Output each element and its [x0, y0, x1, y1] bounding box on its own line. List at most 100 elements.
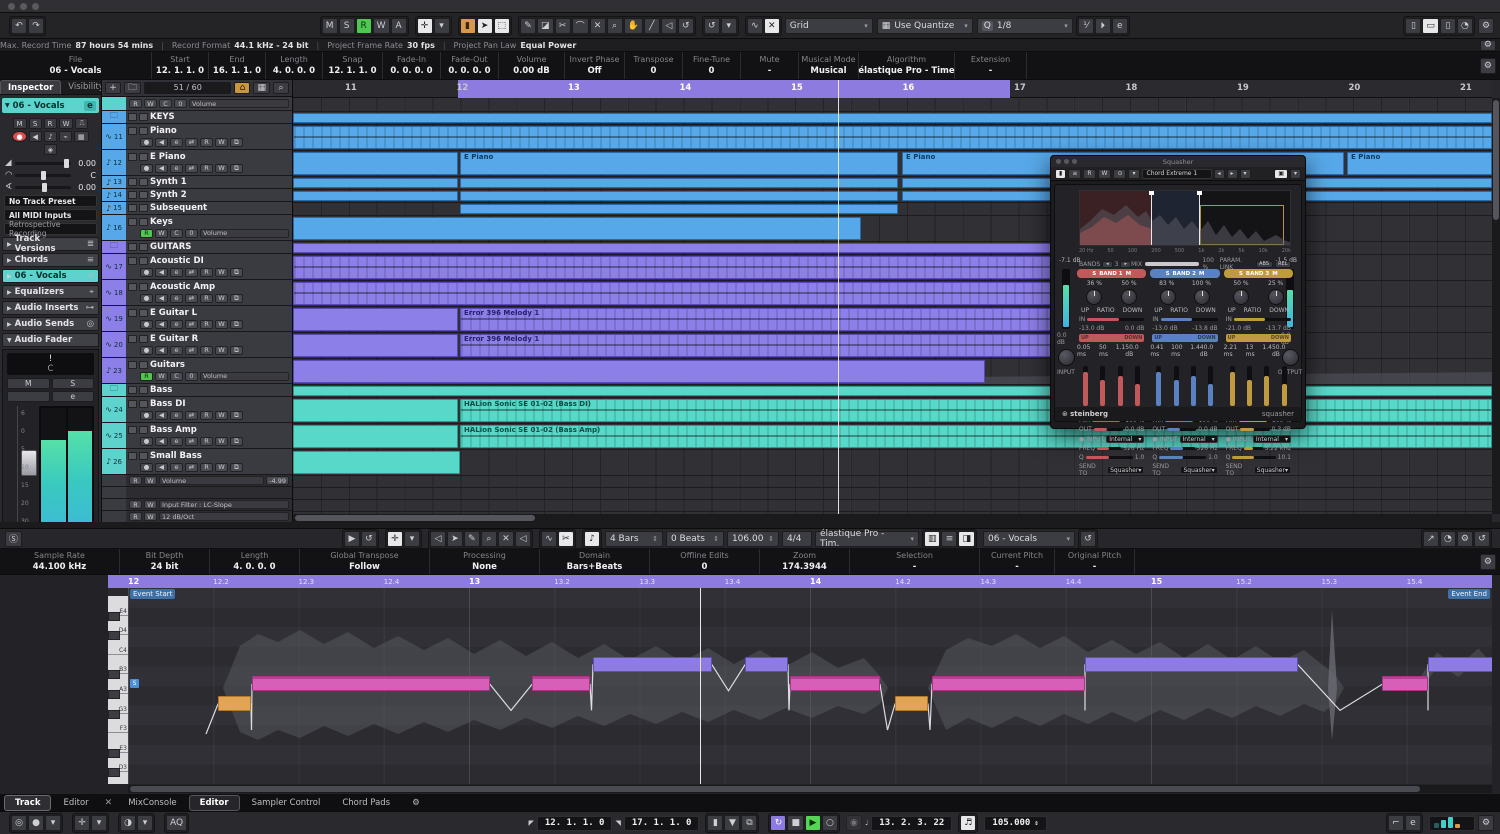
midi-in-activity-icon[interactable]: ⌐ — [1387, 815, 1404, 831]
lane-read-button[interactable]: R — [129, 99, 142, 108]
editor-beats-stepper[interactable]: 0 Beats ⇕ — [665, 530, 724, 547]
track-mute-button[interactable] — [128, 360, 137, 369]
edit-channel-icon[interactable]: e — [84, 100, 96, 111]
timeline-lane-synth-1[interactable] — [293, 177, 1492, 190]
track-row-lane[interactable]: R W C 0 Volume — [102, 97, 292, 111]
track-solo-button[interactable] — [139, 204, 148, 212]
track-write-button[interactable]: W — [155, 371, 168, 381]
band-slider[interactable] — [1100, 366, 1106, 406]
track-mute-button[interactable] — [128, 243, 137, 251]
editor-show-lanes-icon[interactable]: ≡ — [941, 530, 958, 547]
track-row-bass-di[interactable]: ∿ 24 Bass DI ● ◀ e ⇄ R W ⧉ — [102, 397, 292, 423]
info-length[interactable]: Length 4. 0. 0. 0 — [266, 52, 323, 79]
automation-param-field[interactable]: 12 dB/Oct — [159, 512, 289, 521]
inspector-section-audio-inserts[interactable]: ▶ Audio Inserts ⊶ — [2, 301, 99, 315]
track-c-button[interactable]: C — [170, 228, 183, 238]
lane-read-button[interactable]: R — [129, 476, 142, 485]
band-out-slider[interactable] — [1093, 428, 1123, 431]
band-sidechain-icon[interactable]: ● — [1152, 436, 1157, 443]
ed-info-length[interactable]: Length 4. 0. 0. 0 — [210, 549, 300, 574]
track-solo-button[interactable] — [139, 451, 148, 460]
horizontal-scrollbar[interactable] — [293, 514, 1492, 522]
track-write-button[interactable]: W — [215, 436, 228, 446]
snap-on-off-icon[interactable]: ✕ — [763, 17, 780, 34]
track-pan-slider[interactable] — [15, 170, 71, 180]
inspector-track-header[interactable]: ▼ 06 - Vocals e — [2, 98, 99, 113]
transport-position-value[interactable]: 13. 2. 3. 22 — [871, 815, 953, 831]
editor-tempo-stepper[interactable]: 106.00 ⇕ — [726, 530, 779, 547]
goto-left-locator-icon[interactable]: ◤ — [528, 819, 533, 827]
track-mute-button[interactable] — [128, 334, 137, 343]
volume-fader-handle[interactable] — [21, 450, 37, 476]
crossover-handle-1[interactable] — [1149, 191, 1154, 245]
timeline-lane-e-guitar-r[interactable]: Error 396 Melody 1 — [293, 333, 1492, 359]
track-edit-icon[interactable]: e — [170, 293, 183, 303]
play-tool-icon[interactable]: ◁ — [660, 17, 677, 34]
track-edit-icon[interactable]: e — [170, 410, 183, 420]
track-write-button[interactable]: W — [215, 137, 228, 147]
track-monitor-icon[interactable]: ◀ — [155, 462, 168, 472]
track-mute-button[interactable] — [128, 451, 137, 460]
global-w-button[interactable]: W — [372, 17, 390, 34]
crossover-handle-2[interactable] — [1197, 191, 1202, 245]
track-row-acoustic-di[interactable]: ∿ 17 Acoustic DI ● ◀ e ⇄ R W ⧉ — [102, 254, 292, 280]
tab-sampler-control-4[interactable]: Sampler Control — [242, 796, 331, 810]
track-record-icon[interactable]: ● — [140, 293, 153, 303]
plugin-sidechain-icon[interactable]: ⊙ — [1113, 168, 1127, 179]
track-write-button[interactable]: W — [215, 462, 228, 472]
track-search-icon[interactable]: ⌕ — [273, 82, 289, 94]
draw-tool-icon[interactable]: ✎ — [520, 17, 537, 34]
variaudio-segment-5[interactable] — [745, 656, 788, 672]
track-link-icon[interactable]: ⇄ — [185, 410, 198, 420]
track-solo-button[interactable] — [139, 178, 148, 186]
track-monitor-icon[interactable]: ◀ — [155, 436, 168, 446]
track-record-icon[interactable]: ● — [140, 345, 153, 355]
tab-inspector[interactable]: Inspector — [0, 80, 62, 94]
info-start[interactable]: Start 12. 1. 1. 0 — [152, 52, 209, 79]
add-track-icon[interactable]: + — [105, 82, 121, 94]
param-link-abs-button[interactable]: ABS — [1255, 260, 1273, 268]
track-edit-icon[interactable]: e — [170, 137, 183, 147]
glue-tool-icon[interactable]: ⌒ — [571, 17, 589, 34]
line-tool-icon[interactable]: ╱ — [643, 17, 660, 34]
inspector-section-chords[interactable]: ▶ Chords ≡ — [2, 253, 99, 267]
right-zone-toggle-icon[interactable]: ▯ — [1439, 17, 1456, 34]
audition-mode-icon[interactable]: ◑ — [120, 815, 136, 831]
fader-listen-button[interactable] — [7, 391, 50, 402]
editor-mute-tool-icon[interactable]: ✕ — [497, 530, 514, 547]
editor-feedback-icon[interactable]: ↺ — [1079, 530, 1096, 547]
plugin-input-knob[interactable] — [1057, 349, 1075, 366]
auto-quantize-button[interactable]: AQ — [166, 815, 188, 831]
track-mute-button[interactable] — [128, 425, 137, 434]
info-end[interactable]: End 16. 1. 1. 0 — [209, 52, 266, 79]
redo-icon[interactable]: ↷ — [28, 17, 44, 34]
band-q-slider[interactable] — [1232, 456, 1276, 459]
vertical-scrollbar[interactable] — [1492, 98, 1500, 514]
band-out-slider[interactable] — [1240, 428, 1270, 431]
track-row-lane[interactable] — [102, 487, 292, 499]
track-link-icon[interactable]: ⇄ — [185, 137, 198, 147]
track-record-icon[interactable]: ● — [140, 163, 153, 173]
editor-info-gear-icon[interactable]: ⚙ — [1479, 553, 1496, 570]
band-slider[interactable] — [1156, 366, 1162, 406]
track-row-small-bass[interactable]: ♪ 26 Small Bass ● ◀ e ⇄ R W ⧉ — [102, 449, 292, 475]
plugin-window-controls[interactable] — [1056, 159, 1077, 164]
track-write-button[interactable]: W — [215, 267, 228, 277]
editor-ruler[interactable]: 12 12.2 12.3 12.4 13 13.2 13.3 13.4 14 14.2 14.3 14… — [108, 575, 1492, 588]
track-link-icon[interactable]: ⇄ — [185, 436, 198, 446]
band-send-select[interactable]: Squasher ▾ — [1180, 466, 1218, 474]
insp-freeze-icon[interactable]: ◈ — [43, 144, 58, 155]
track-record-icon[interactable]: ● — [140, 462, 153, 472]
band-slider[interactable] — [1281, 366, 1287, 406]
inspector-section-06-vocals[interactable]: ▶ 06 - Vocals e — [2, 269, 99, 283]
ed-info-sample-rate[interactable]: Sample Rate 44.100 kHz — [0, 549, 120, 574]
timeline-lane-acoustic-amp[interactable] — [293, 281, 1492, 307]
editor-snap-toggle-icon[interactable]: ✂ — [557, 530, 574, 547]
plugin-activate-icon[interactable]: ▮ — [1055, 168, 1067, 179]
piano-black-key[interactable] — [108, 768, 120, 778]
record-mode-caret-icon[interactable]: ▾ — [45, 815, 61, 831]
ed-info-processing[interactable]: Processing None — [430, 549, 540, 574]
tabbar-setup-gear-icon[interactable]: ⚙ — [402, 796, 430, 810]
color-tool-icon[interactable]: ↺ — [677, 17, 694, 34]
variaudio-segment-6[interactable] — [790, 676, 880, 692]
